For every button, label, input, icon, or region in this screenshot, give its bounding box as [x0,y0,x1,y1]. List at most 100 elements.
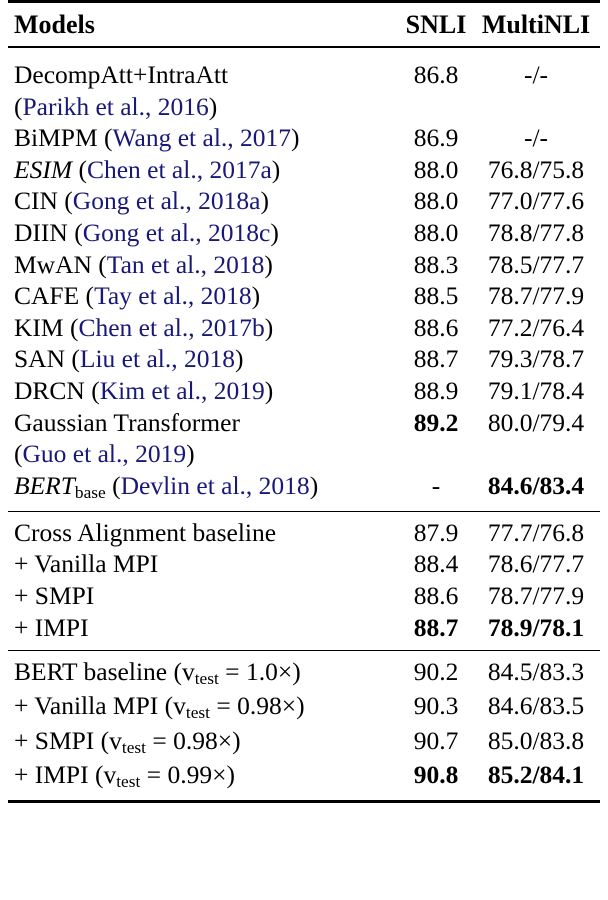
citation-reference[interactable]: Devlin et al., 2018 [121,471,310,500]
model-cell-continuation: (Guo et al., 2019) [8,438,400,470]
rule-cell [8,799,600,804]
snli-score-cell: 86.9 [400,122,472,154]
model-name-text: DIIN ( [14,217,83,247]
model-name-text: ) [264,312,274,342]
model-name-text: BERT baseline ( [14,656,182,686]
results-table: Models SNLI MultiNLI DecompAtt+IntraAtt 86.8… [8,0,600,804]
citation-reference[interactable]: Liu et al., 2018 [80,344,235,373]
model-name-text: ( [14,91,23,121]
spacer-cell [8,643,600,651]
multinli-score-cell: 78.9/78.1 [472,611,600,644]
spacer-cell [8,504,600,512]
snli-score-cell: - [400,469,472,505]
model-cell: + Vanilla MPI [8,548,400,580]
model-cell: SAN (Liu et al., 2018) [8,343,400,375]
multinli-score-cell: 79.3/78.7 [472,343,600,375]
math-times-symbol: × [277,656,293,686]
model-cell: DecompAtt+IntraAtt [8,59,400,91]
snli-score-cell: 88.6 [400,580,472,612]
model-name-text: ( [14,439,23,469]
table-row: Gaussian Transformer 89.2 80.0/79.4 [8,406,600,439]
snli-score-cell: 88.7 [400,343,472,375]
model-name-text: ) [186,439,195,469]
snli-score-cell: 87.9 [400,516,472,549]
math-equals: = [209,691,238,721]
multinli-score-cell: 84.6/83.5 [472,690,600,725]
multinli-score-cell: 84.5/83.3 [472,655,600,691]
model-cell: + Vanilla MPI (vtest = 0.98×) [8,690,400,725]
table-bottom-rule [8,799,600,804]
snli-score-cell: 90.3 [400,690,472,725]
model-name-text: Gaussian Transformer [14,407,240,437]
citation-reference[interactable]: Gong et al., 2018c [83,218,271,247]
multinli-score-cell: 78.8/77.8 [472,216,600,249]
math-variable: v [173,691,186,721]
spacer-row [8,48,600,59]
model-cell: DIIN (Gong et al., 2018c) [8,216,400,249]
column-header-models: Models [8,3,400,47]
snli-score-cell: 88.6 [400,311,472,344]
column-header-snli: SNLI [400,3,472,47]
empty-cell [400,438,472,470]
math-variable: v [103,760,117,790]
table-row: ESIM (Chen et al., 2017a) 88.0 76.8/75.8 [8,153,600,186]
math-subscript: test [116,772,141,792]
multinli-score-cell: 78.7/77.9 [472,280,600,312]
model-name-text: DecompAtt+IntraAtt [14,60,229,89]
model-name-text: MwAN ( [14,249,107,279]
citation-reference[interactable]: Tay et al., 2018 [94,281,252,310]
multinli-score-cell: 84.6/83.4 [472,469,600,505]
multinli-score-cell: 85.2/84.1 [472,759,600,795]
table-row: MwAN (Tan et al., 2018) 88.3 78.5/77.7 [8,248,600,281]
model-name-text: ) [251,281,261,311]
math-subscript: test [185,703,210,723]
model-name-text: KIM ( [14,312,79,342]
multinli-score-cell: 80.0/79.4 [472,406,600,439]
math-variable: v [181,656,195,686]
model-name-italic: ESIM [14,154,73,184]
snli-score-cell: 88.4 [400,548,472,580]
results-table-body: Models SNLI MultiNLI DecompAtt+IntraAtt 86.8… [8,0,600,804]
model-name-text: ) [309,470,319,500]
snli-score-cell: 88.0 [400,153,472,186]
empty-cell [472,438,600,470]
citation-reference[interactable]: Chen et al., 2017a [87,155,272,184]
table-row-continuation: (Guo et al., 2019) [8,438,600,470]
table-row: + Vanilla MPI (vtest = 0.98×) 90.3 84.6/83… [8,690,600,725]
math-number: 0.98 [237,691,282,721]
snli-score-cell: 88.0 [400,185,472,217]
model-name-text: ( [105,470,121,500]
table-row: BERTbase (Devlin et al., 2018) -84.6/83.4 [8,469,600,505]
multinli-score-cell: 77.7/76.8 [472,516,600,549]
model-name-text: ( [72,154,87,184]
table-row-continuation: (Parikh et al., 2016) [8,90,600,123]
citation-reference[interactable]: Tan et al., 2018 [107,250,265,279]
citation-reference[interactable]: Guo et al., 2019 [23,439,187,468]
model-name-text: SAN ( [14,344,80,374]
table-row: SAN (Liu et al., 2018) 88.7 79.3/78.7 [8,343,600,375]
model-cell: + SMPI (vtest = 0.98×) [8,724,400,760]
model-name-text: ) [234,344,244,374]
citation-reference[interactable]: Wang et al., 2017 [113,123,292,152]
model-name-text: + Vanilla MPI [14,549,159,579]
snli-score-cell: 88.9 [400,374,472,407]
results-table-container: Models SNLI MultiNLI DecompAtt+IntraAtt 86.8… [0,0,608,900]
table-row: + Vanilla MPI 88.4 78.6/77.7 [8,548,600,580]
math-subscript: test [121,737,146,757]
model-cell: + IMPI [8,611,400,644]
model-name-text: CAFE ( [14,281,95,311]
snli-score-cell: 90.8 [400,759,472,795]
citation-reference[interactable]: Kim et al., 2019 [100,376,265,405]
citation-reference[interactable]: Gong et al., 2018a [73,186,261,215]
citation-reference[interactable]: Parikh et al., 2016 [23,92,209,121]
model-name-text: ) [292,656,301,686]
model-name-text: ) [270,217,279,247]
table-row: + SMPI (vtest = 0.98×) 90.7 85.0/83.8 [8,724,600,760]
citation-reference[interactable]: Chen et al., 2017b [78,313,264,342]
model-name-text: ) [271,154,281,184]
model-cell: ESIM (Chen et al., 2017a) [8,153,400,186]
math-subscript: test [194,668,219,688]
table-row: CIN (Gong et al., 2018a) 88.0 77.0/77.6 [8,185,600,217]
model-name-text: + IMPI [14,612,89,642]
model-cell-continuation: (Parikh et al., 2016) [8,90,400,123]
